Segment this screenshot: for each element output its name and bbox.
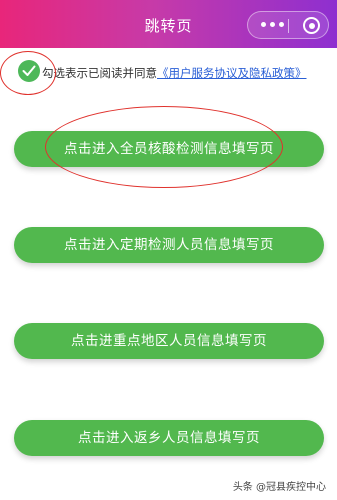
key-area-personnel-button[interactable]: 点击进重点地区人员信息填写页 bbox=[14, 323, 324, 359]
capsule-divider bbox=[288, 19, 289, 33]
more-dots-icon[interactable] bbox=[261, 21, 287, 29]
annotation-circle-first-button bbox=[45, 106, 283, 188]
agreement-link[interactable]: 《用户服务协议及隐私政策》 bbox=[157, 66, 307, 80]
periodic-test-button[interactable]: 点击进入定期检测人员信息填写页 bbox=[14, 227, 324, 263]
mini-program-capsule bbox=[247, 11, 329, 39]
agreement-text: 勾选表示已阅读并同意 bbox=[42, 66, 157, 80]
target-icon[interactable] bbox=[303, 17, 320, 34]
returning-personnel-button[interactable]: 点击进入返乡人员信息填写页 bbox=[14, 420, 324, 456]
watermark: 头条 @冠县疾控中心 bbox=[229, 477, 329, 494]
agreement-text-wrap: 勾选表示已阅读并同意《用户服务协议及隐私政策》 bbox=[42, 65, 307, 81]
nav-bar: 跳转页 bbox=[0, 0, 337, 48]
annotation-circle-checkbox bbox=[0, 51, 56, 95]
